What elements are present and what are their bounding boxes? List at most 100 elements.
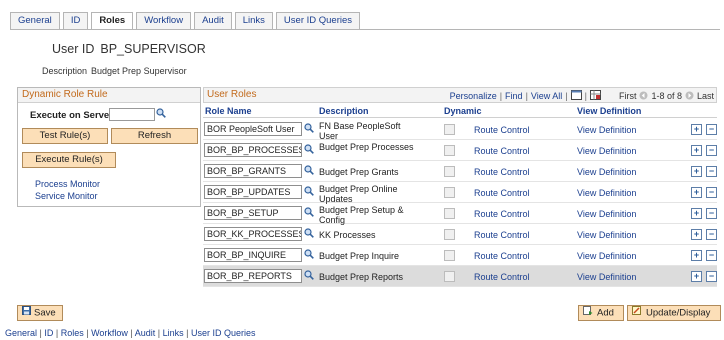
dynamic-checkbox[interactable]: [444, 166, 455, 177]
route-control-link[interactable]: Route Control: [474, 230, 530, 240]
grid-toolbar: Personalize | Find | View All | | First …: [450, 90, 714, 102]
tab-workflow[interactable]: Workflow: [136, 12, 192, 29]
view-definition-link[interactable]: View Definition: [577, 251, 636, 261]
dynamic-checkbox[interactable]: [444, 229, 455, 240]
dynamic-checkbox[interactable]: [444, 124, 455, 135]
delete-row-button[interactable]: −: [706, 229, 717, 240]
lookup-icon[interactable]: [304, 249, 314, 261]
view-definition-link[interactable]: View Definition: [577, 209, 636, 219]
dynamic-role-rule-title: Dynamic Role Rule: [18, 88, 200, 103]
save-button[interactable]: Save: [17, 305, 63, 321]
service-monitor-link[interactable]: Service Monitor: [35, 191, 98, 201]
footer-link-user-id-queries[interactable]: User ID Queries: [191, 328, 256, 338]
view-definition-link[interactable]: View Definition: [577, 188, 636, 198]
tab-general[interactable]: General: [10, 12, 60, 29]
footer-link-workflow[interactable]: Workflow: [91, 328, 128, 338]
role-description: Budget Prep Processes: [319, 142, 414, 152]
user-id-value: BP_SUPERVISOR: [100, 42, 206, 56]
lookup-icon[interactable]: [304, 165, 314, 177]
table-row: BOR PeopleSoft User FN Base PeopleSoft Us…: [203, 119, 717, 141]
lookup-icon[interactable]: [304, 144, 314, 156]
add-row-button[interactable]: +: [691, 187, 702, 198]
table-row: BOR_BP_INQUIRE Budget Prep Inquire Route C…: [203, 245, 717, 266]
delete-row-button[interactable]: −: [706, 145, 717, 156]
add-row-button[interactable]: +: [691, 145, 702, 156]
new-window-icon[interactable]: [570, 90, 582, 102]
delete-row-button[interactable]: −: [706, 124, 717, 135]
tab-audit[interactable]: Audit: [194, 12, 232, 29]
dynamic-checkbox[interactable]: [444, 187, 455, 198]
tab-user-id-queries[interactable]: User ID Queries: [275, 12, 361, 29]
view-definition-link[interactable]: View Definition: [577, 125, 636, 135]
add-row-button[interactable]: +: [691, 250, 702, 261]
role-name-input[interactable]: BOR_BP_REPORTS: [204, 269, 302, 283]
route-control-link[interactable]: Route Control: [474, 125, 530, 135]
add-button[interactable]: Add: [578, 305, 624, 321]
add-row-button[interactable]: +: [691, 166, 702, 177]
previous-icon[interactable]: [639, 91, 648, 102]
test-rules-button[interactable]: Test Rule(s): [22, 128, 108, 144]
personalize-link[interactable]: Personalize: [450, 91, 497, 101]
update-display-button[interactable]: Update/Display: [627, 305, 721, 321]
role-name-input[interactable]: BOR_BP_INQUIRE: [204, 248, 302, 262]
route-control-link[interactable]: Route Control: [474, 209, 530, 219]
delete-row-button[interactable]: −: [706, 250, 717, 261]
refresh-button[interactable]: Refresh: [111, 128, 198, 144]
add-row-button[interactable]: +: [691, 208, 702, 219]
lookup-icon[interactable]: [304, 207, 314, 219]
role-name-input[interactable]: BOR_BP_PROCESSES: [204, 143, 302, 157]
col-description: Description: [319, 106, 369, 116]
role-name-input[interactable]: BOR_BP_UPDATES: [204, 185, 302, 199]
dynamic-checkbox[interactable]: [444, 145, 455, 156]
tab-id[interactable]: ID: [62, 12, 89, 29]
route-control-link[interactable]: Route Control: [474, 146, 530, 156]
execute-rules-button[interactable]: Execute Rule(s): [22, 152, 116, 168]
tab-roles[interactable]: Roles: [91, 12, 134, 30]
route-control-link[interactable]: Route Control: [474, 251, 530, 261]
user-roles-title: User Roles: [207, 89, 257, 100]
route-control-link[interactable]: Route Control: [474, 188, 530, 198]
dynamic-checkbox[interactable]: [444, 271, 455, 282]
download-grid-icon[interactable]: [589, 90, 601, 102]
view-definition-link[interactable]: View Definition: [577, 146, 636, 156]
view-definition-link[interactable]: View Definition: [577, 230, 636, 240]
footer-link-roles[interactable]: Roles: [61, 328, 84, 338]
route-control-link[interactable]: Route Control: [474, 167, 530, 177]
lookup-icon[interactable]: [304, 270, 314, 282]
view-all-link[interactable]: View All: [531, 91, 562, 101]
footer-link-audit[interactable]: Audit: [135, 328, 156, 338]
delete-row-button[interactable]: −: [706, 187, 717, 198]
add-row-button[interactable]: +: [691, 271, 702, 282]
add-row-button[interactable]: +: [691, 229, 702, 240]
separator: |: [53, 328, 61, 338]
next-icon[interactable]: [685, 91, 694, 102]
footer-link-links[interactable]: Links: [163, 328, 184, 338]
separator: |: [83, 328, 92, 338]
role-name-input[interactable]: BOR_BP_GRANTS: [204, 164, 302, 178]
update-display-icon: [632, 306, 642, 320]
dynamic-checkbox[interactable]: [444, 250, 455, 261]
find-link[interactable]: Find: [505, 91, 523, 101]
delete-row-button[interactable]: −: [706, 166, 717, 177]
lookup-icon[interactable]: [304, 228, 314, 240]
lookup-icon[interactable]: [304, 123, 314, 135]
table-row: BOR_KK_PROCESSES KK Processes Route Contro…: [203, 224, 717, 245]
dynamic-checkbox[interactable]: [444, 208, 455, 219]
role-name-input[interactable]: BOR_KK_PROCESSES: [204, 227, 302, 241]
process-monitor-link[interactable]: Process Monitor: [35, 179, 100, 189]
view-definition-link[interactable]: View Definition: [577, 167, 636, 177]
role-name-input[interactable]: BOR_BP_SETUP: [204, 206, 302, 220]
lookup-icon[interactable]: [304, 186, 314, 198]
lookup-icon[interactable]: [156, 108, 166, 120]
delete-row-button[interactable]: −: [706, 208, 717, 219]
view-definition-link[interactable]: View Definition: [577, 272, 636, 282]
update-display-label: Update/Display: [646, 307, 711, 319]
role-name-input[interactable]: BOR PeopleSoft User: [204, 122, 302, 136]
add-row-button[interactable]: +: [691, 124, 702, 135]
footer-link-general[interactable]: General: [5, 328, 37, 338]
execute-on-server-input[interactable]: [109, 108, 155, 121]
delete-row-button[interactable]: −: [706, 271, 717, 282]
route-control-link[interactable]: Route Control: [474, 272, 530, 282]
separator: |: [155, 328, 163, 338]
tab-links[interactable]: Links: [234, 12, 273, 29]
